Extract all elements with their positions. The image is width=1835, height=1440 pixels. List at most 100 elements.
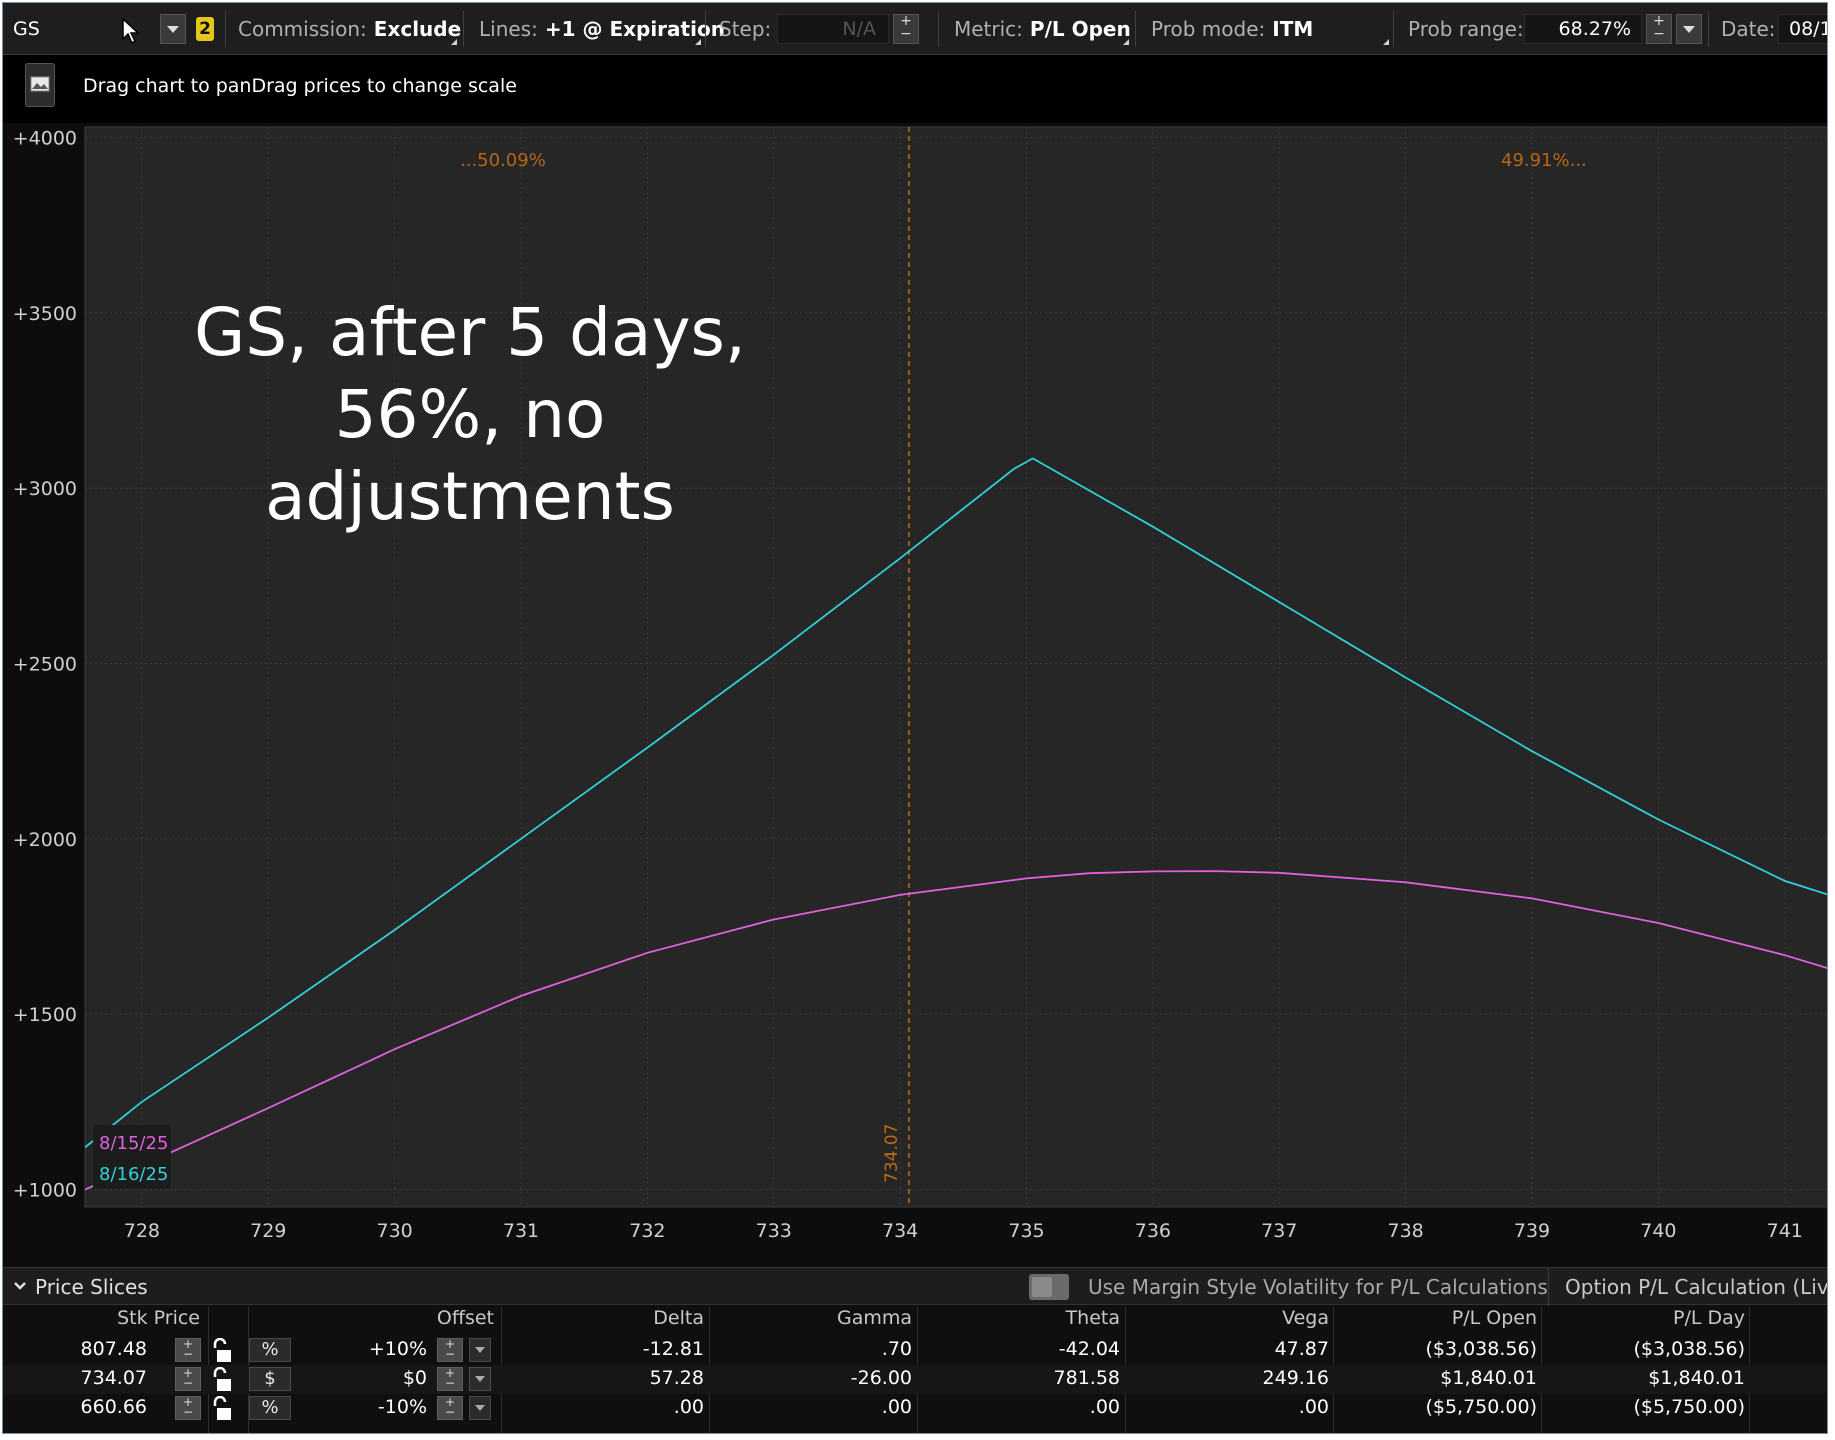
- offset-dropdown-button[interactable]: [469, 1396, 491, 1420]
- offset-unit-selector[interactable]: %: [249, 1396, 291, 1420]
- commission-value: Exclude: [373, 17, 462, 41]
- metric-selector[interactable]: Metric: P/L Open: [954, 3, 1131, 55]
- vega-cell: 47.87: [1274, 1338, 1329, 1360]
- prob-range-value: 68.27%: [1558, 18, 1631, 40]
- dropdown-corner-icon: [1123, 39, 1129, 45]
- offset-unit: %: [261, 1339, 279, 1360]
- x-tick-label: 730: [376, 1220, 412, 1242]
- symbol-field[interactable]: GS: [13, 3, 40, 55]
- unlock-icon[interactable]: [211, 1396, 235, 1422]
- prob-mode-selector[interactable]: Prob mode: ITM: [1151, 3, 1313, 55]
- offset-stepper[interactable]: + −: [437, 1396, 463, 1420]
- divider: [1135, 11, 1136, 47]
- col-pl-open[interactable]: P/L Open: [1452, 1307, 1537, 1329]
- chart-settings-button[interactable]: [25, 63, 55, 107]
- offset-stepper[interactable]: + −: [437, 1367, 463, 1391]
- divider: [463, 11, 464, 47]
- symbol-text: GS: [13, 18, 40, 40]
- col-stk-price[interactable]: Stk Price: [117, 1307, 200, 1329]
- prob-range-dropdown-button[interactable]: [1676, 14, 1702, 44]
- date-input[interactable]: 08/1: [1778, 14, 1827, 44]
- prob-mode-value: ITM: [1272, 17, 1314, 41]
- link-badge-number: 2: [199, 19, 211, 39]
- chart-svg[interactable]: +1000 +1500 +2000 +2500 +3000 +3500 +4000 728 72…: [3, 123, 1828, 1263]
- offset-dropdown-button[interactable]: [469, 1367, 491, 1391]
- offset-dropdown-button[interactable]: [469, 1338, 491, 1362]
- table-row: 660.66 + − % -10% + − .00 .00 .00 .00 ($5,…: [3, 1394, 1827, 1423]
- offset-cell[interactable]: $0: [403, 1367, 427, 1389]
- offset-unit: %: [261, 1397, 279, 1418]
- y-tick-label: +2500: [13, 653, 77, 675]
- offset-unit-selector[interactable]: %: [249, 1338, 291, 1362]
- dropdown-corner-icon: [695, 39, 701, 45]
- prob-range-input[interactable]: 68.27%: [1524, 14, 1642, 44]
- pl-calculation-mode[interactable]: Option P/L Calculation (Live P: [1565, 1275, 1827, 1299]
- vega-cell: .00: [1298, 1396, 1329, 1418]
- link-badge[interactable]: 2: [196, 17, 214, 41]
- col-offset[interactable]: Offset: [437, 1307, 494, 1329]
- step-stepper[interactable]: + −: [893, 14, 919, 44]
- x-tick-label: 736: [1135, 1220, 1171, 1242]
- y-tick-label: +3000: [13, 478, 77, 500]
- legend-entry: 8/16/25: [99, 1164, 168, 1185]
- collapse-toggle[interactable]: [13, 1276, 27, 1301]
- pl-day-cell: ($3,038.56): [1633, 1338, 1745, 1360]
- price-slices-panel: Price Slices Use Margin Style Volatility…: [3, 1267, 1827, 1433]
- overlay-annotation-line: GS, after 5 days,: [194, 294, 746, 371]
- x-tick-label: 729: [250, 1220, 286, 1242]
- stk-price-stepper[interactable]: + −: [175, 1367, 201, 1391]
- commission-selector[interactable]: Commission: Exclude: [238, 3, 461, 55]
- stk-price-stepper[interactable]: + −: [175, 1396, 201, 1420]
- col-pl-day[interactable]: P/L Day: [1673, 1307, 1745, 1329]
- stk-price-cell[interactable]: 660.66: [81, 1396, 147, 1418]
- lines-selector[interactable]: Lines: +1 @ Expiration: [479, 3, 725, 55]
- toolbar: GS 2 Commission: Exclude Lines: +1 @ Exp…: [3, 3, 1827, 55]
- price-slices-title: Price Slices: [35, 1275, 148, 1299]
- plot-area[interactable]: [84, 126, 1828, 1208]
- x-tick-label: 741: [1767, 1220, 1803, 1242]
- col-theta[interactable]: Theta: [1066, 1307, 1120, 1329]
- pl-open-cell: ($5,750.00): [1425, 1396, 1537, 1418]
- stk-price-cell[interactable]: 807.48: [81, 1338, 147, 1360]
- delta-cell: -12.81: [642, 1338, 704, 1360]
- unlock-icon[interactable]: [211, 1338, 235, 1364]
- prob-right-label: 49.91%...: [1501, 150, 1587, 171]
- offset-cell[interactable]: +10%: [369, 1338, 427, 1360]
- mouse-cursor-icon: [121, 17, 141, 50]
- metric-label: Metric:: [954, 17, 1023, 41]
- gamma-cell: .70: [881, 1338, 912, 1360]
- date-label: Date:: [1721, 17, 1776, 41]
- col-vega[interactable]: Vega: [1282, 1307, 1329, 1329]
- col-gamma[interactable]: Gamma: [837, 1307, 912, 1329]
- offset-unit-selector[interactable]: $: [249, 1367, 291, 1391]
- offset-stepper[interactable]: + −: [437, 1338, 463, 1362]
- risk-profile-chart[interactable]: +1000 +1500 +2000 +2500 +3000 +3500 +4000 728 72…: [3, 123, 1828, 1263]
- pl-open-cell: ($3,038.56): [1425, 1338, 1537, 1360]
- chevron-down-icon: [167, 25, 179, 33]
- unlock-icon[interactable]: [211, 1367, 235, 1393]
- margin-volatility-label: Use Margin Style Volatility for P/L Calc…: [1088, 1275, 1548, 1299]
- hint-text: Drag chart to panDrag prices to change s…: [83, 75, 517, 97]
- pl-day-cell: ($5,750.00): [1633, 1396, 1745, 1418]
- offset-unit: $: [264, 1368, 276, 1389]
- lines-value: +1 @ Expiration: [544, 17, 725, 41]
- chevron-down-icon: [14, 1282, 26, 1290]
- prob-range-label: Prob range:: [1408, 17, 1524, 41]
- divider: [1548, 1268, 1549, 1306]
- offset-cell[interactable]: -10%: [378, 1396, 427, 1418]
- x-tick-label: 737: [1261, 1220, 1297, 1242]
- x-tick-label: 739: [1514, 1220, 1550, 1242]
- stk-price-cell[interactable]: 734.07: [81, 1367, 147, 1389]
- metric-value: P/L Open: [1029, 17, 1131, 41]
- step-input[interactable]: N/A: [777, 14, 889, 44]
- margin-volatility-toggle[interactable]: [1029, 1274, 1069, 1300]
- prob-range-stepper[interactable]: + −: [1646, 14, 1672, 44]
- divider: [705, 11, 706, 47]
- divider: [938, 11, 939, 47]
- pl-day-cell: $1,840.01: [1648, 1367, 1745, 1389]
- x-tick-label: 734: [882, 1220, 918, 1242]
- current-price-label: 734.07: [882, 1124, 902, 1183]
- stk-price-stepper[interactable]: + −: [175, 1338, 201, 1362]
- col-delta[interactable]: Delta: [653, 1307, 704, 1329]
- symbol-dropdown-button[interactable]: [160, 14, 186, 44]
